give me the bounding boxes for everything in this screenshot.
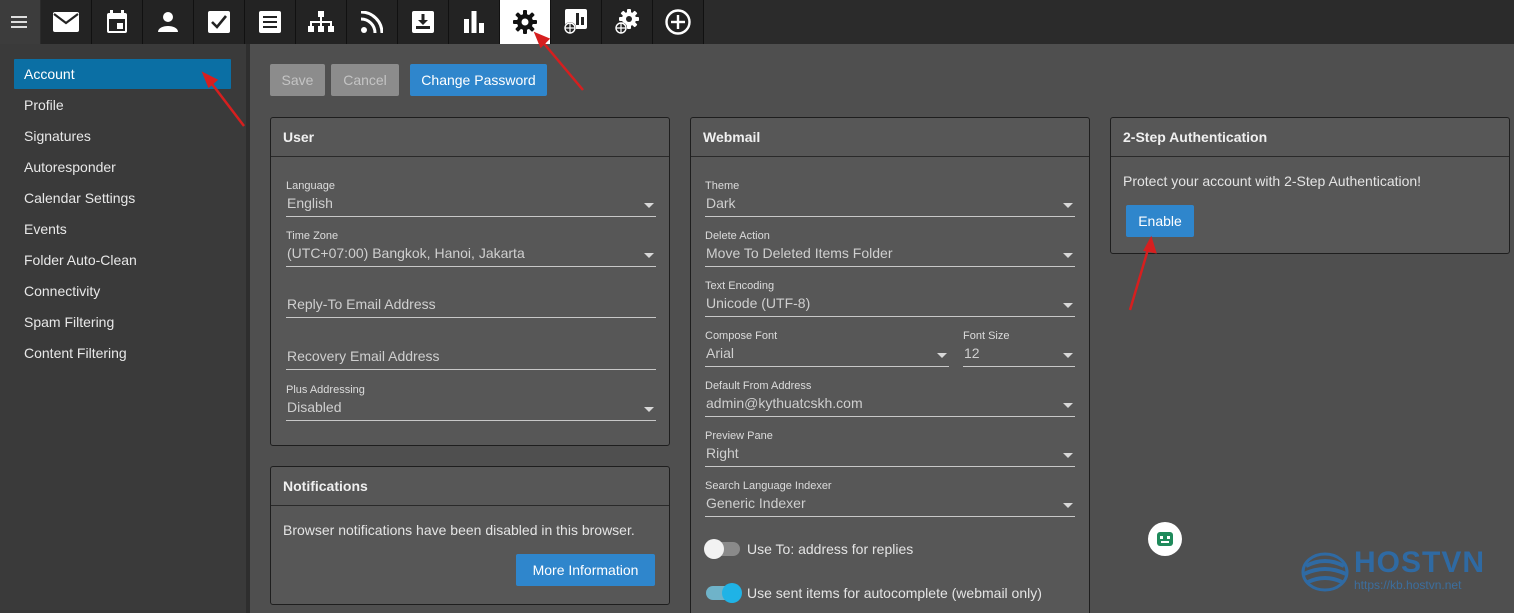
domain-settings-icon[interactable] bbox=[602, 0, 653, 44]
language-value: English bbox=[287, 195, 333, 211]
notifications-card: Notifications Browser notifications have… bbox=[270, 466, 670, 605]
font-size-value: 12 bbox=[964, 345, 980, 361]
font-size-label: Font Size bbox=[963, 330, 1010, 342]
sidebar-item-signatures[interactable]: Signatures bbox=[14, 121, 231, 151]
chevron-down-icon bbox=[937, 353, 947, 358]
settings-icon[interactable] bbox=[500, 0, 551, 44]
contacts-icon[interactable] bbox=[143, 0, 194, 44]
domain-tree-icon[interactable] bbox=[296, 0, 347, 44]
sidebar-item-folder-auto-clean[interactable]: Folder Auto-Clean bbox=[14, 245, 231, 275]
notifications-card-title: Notifications bbox=[271, 467, 669, 506]
theme-select[interactable]: Theme Dark bbox=[705, 179, 1075, 217]
mail-icon[interactable] bbox=[41, 0, 92, 44]
chevron-down-icon bbox=[1063, 253, 1073, 258]
text-encoding-select[interactable]: Text Encoding Unicode (UTF-8) bbox=[705, 279, 1075, 317]
font-size-select[interactable]: Font Size 12 bbox=[963, 329, 1075, 367]
cancel-button[interactable]: Cancel bbox=[331, 64, 399, 96]
default-from-label: Default From Address bbox=[705, 380, 812, 392]
enable-button[interactable]: Enable bbox=[1126, 205, 1194, 237]
chevron-down-icon bbox=[1063, 403, 1073, 408]
save-button[interactable]: Save bbox=[270, 64, 325, 96]
plus-addressing-label: Plus Addressing bbox=[286, 384, 365, 396]
chevron-down-icon bbox=[644, 407, 654, 412]
sidebar-item-content-filtering[interactable]: Content Filtering bbox=[14, 338, 231, 368]
notes-icon[interactable] bbox=[245, 0, 296, 44]
search-indexer-label: Search Language Indexer bbox=[705, 480, 832, 492]
download-icon[interactable] bbox=[398, 0, 449, 44]
rss-icon[interactable] bbox=[347, 0, 398, 44]
delete-action-select[interactable]: Delete Action Move To Deleted Items Fold… bbox=[705, 229, 1075, 267]
text-encoding-value: Unicode (UTF-8) bbox=[706, 295, 811, 311]
use-to-address-label: Use To: address for replies bbox=[747, 541, 914, 557]
default-from-value: admin@kythuatcskh.com bbox=[706, 395, 863, 411]
hostvn-url: https://kb.hostvn.net bbox=[1354, 578, 1462, 592]
recovery-email-field[interactable]: Recovery Email Address bbox=[286, 338, 656, 370]
reply-to-placeholder: Reply-To Email Address bbox=[287, 296, 436, 312]
two-step-message: Protect your account with 2-Step Authent… bbox=[1123, 173, 1422, 189]
top-toolbar bbox=[0, 0, 1514, 44]
language-label: Language bbox=[286, 180, 335, 192]
reports-icon[interactable] bbox=[449, 0, 500, 44]
sidebar-item-spam-filtering[interactable]: Spam Filtering bbox=[14, 307, 231, 337]
chevron-down-icon bbox=[644, 253, 654, 258]
two-step-card: 2-Step Authentication Protect your accou… bbox=[1110, 117, 1510, 254]
theme-label: Theme bbox=[705, 180, 740, 192]
sidebar-item-account[interactable]: Account bbox=[14, 59, 231, 89]
text-encoding-label: Text Encoding bbox=[705, 280, 775, 292]
search-indexer-select[interactable]: Search Language Indexer Generic Indexer bbox=[705, 479, 1075, 517]
sent-items-autocomplete-toggle[interactable] bbox=[706, 583, 742, 603]
preview-pane-label: Preview Pane bbox=[705, 430, 773, 442]
search-indexer-value: Generic Indexer bbox=[706, 495, 806, 511]
more-information-button[interactable]: More Information bbox=[516, 554, 655, 586]
chat-bot-icon[interactable] bbox=[1148, 522, 1182, 556]
domain-reports-icon[interactable] bbox=[551, 0, 602, 44]
sidebar-item-events[interactable]: Events bbox=[14, 214, 231, 244]
webmail-card-title: Webmail bbox=[691, 118, 1089, 157]
reply-to-email-field[interactable]: Reply-To Email Address bbox=[286, 286, 656, 318]
compose-font-select[interactable]: Compose Font Arial bbox=[705, 329, 949, 367]
timezone-label: Time Zone bbox=[286, 230, 339, 242]
language-select[interactable]: Language English bbox=[286, 179, 656, 217]
calendar-icon[interactable] bbox=[92, 0, 143, 44]
notifications-message: Browser notifications have been disabled… bbox=[283, 522, 635, 538]
use-to-address-toggle[interactable] bbox=[704, 539, 740, 559]
user-card-title: User bbox=[271, 118, 669, 157]
timezone-value: (UTC+07:00) Bangkok, Hanoi, Jakarta bbox=[287, 245, 525, 261]
hostvn-watermark: HOSTVN https://kb.hostvn.net bbox=[1300, 546, 1500, 596]
plus-addressing-select[interactable]: Plus Addressing Disabled bbox=[286, 383, 656, 421]
hostvn-brand: HOSTVN bbox=[1354, 546, 1486, 579]
webmail-card: Webmail Theme Dark Delete Action Move To… bbox=[690, 117, 1090, 613]
chevron-down-icon bbox=[1063, 503, 1073, 508]
sidebar-divider bbox=[246, 44, 250, 613]
sidebar-item-autoresponder[interactable]: Autoresponder bbox=[14, 152, 231, 182]
chevron-down-icon bbox=[1063, 453, 1073, 458]
compose-font-value: Arial bbox=[706, 345, 735, 361]
delete-action-value: Move To Deleted Items Folder bbox=[706, 245, 893, 261]
chevron-down-icon bbox=[644, 203, 654, 208]
chevron-down-icon bbox=[1063, 303, 1073, 308]
delete-action-label: Delete Action bbox=[705, 230, 770, 242]
recovery-placeholder: Recovery Email Address bbox=[287, 348, 440, 364]
hostvn-logo-icon bbox=[1301, 552, 1349, 592]
sidebar-item-profile[interactable]: Profile bbox=[14, 90, 231, 120]
two-step-card-title: 2-Step Authentication bbox=[1111, 118, 1509, 157]
tasks-icon[interactable] bbox=[194, 0, 245, 44]
menu-icon[interactable] bbox=[0, 0, 40, 44]
preview-pane-select[interactable]: Preview Pane Right bbox=[705, 429, 1075, 467]
add-icon[interactable] bbox=[653, 0, 704, 44]
preview-pane-value: Right bbox=[706, 445, 739, 461]
compose-font-label: Compose Font bbox=[705, 330, 778, 342]
change-password-button[interactable]: Change Password bbox=[410, 64, 547, 96]
sidebar-item-connectivity[interactable]: Connectivity bbox=[14, 276, 231, 306]
plus-addressing-value: Disabled bbox=[287, 399, 342, 415]
chevron-down-icon bbox=[1063, 353, 1073, 358]
timezone-select[interactable]: Time Zone (UTC+07:00) Bangkok, Hanoi, Ja… bbox=[286, 229, 656, 267]
theme-value: Dark bbox=[706, 195, 736, 211]
chevron-down-icon bbox=[1063, 203, 1073, 208]
default-from-select[interactable]: Default From Address admin@kythuatcskh.c… bbox=[705, 379, 1075, 417]
sent-items-autocomplete-label: Use sent items for autocomplete (webmail… bbox=[747, 585, 1042, 601]
user-card: User Language English Time Zone (UTC+07:… bbox=[270, 117, 670, 446]
sidebar-item-calendar-settings[interactable]: Calendar Settings bbox=[14, 183, 231, 213]
